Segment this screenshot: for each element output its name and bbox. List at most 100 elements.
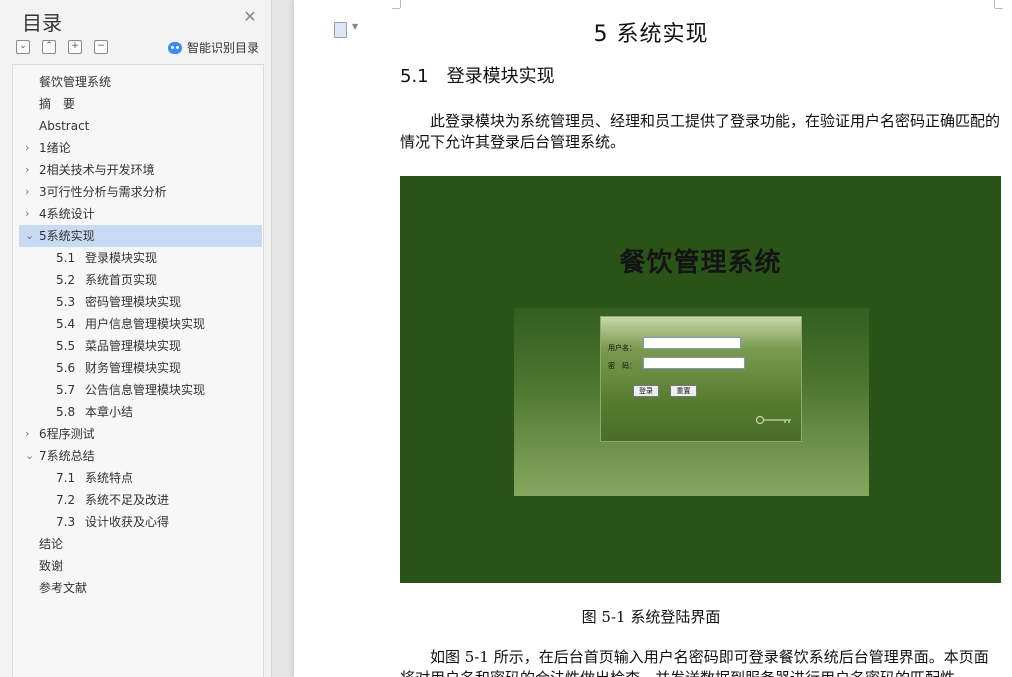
toc-item-label: 财务管理模块实现 (85, 361, 182, 375)
toc-item[interactable]: ⌄ 7系统总结 (13, 445, 263, 467)
toc-item[interactable]: 5.7 公告信息管理模块实现 (13, 379, 263, 401)
toc-item-number: 5.8 (56, 405, 76, 419)
toc-item-label: 密码管理模块实现 (85, 295, 182, 309)
password-label: 密 码： (608, 362, 636, 370)
toc-item[interactable]: 5.5 菜品管理模块实现 (13, 335, 263, 357)
remove-icon[interactable]: − (94, 40, 108, 54)
toc-item-label: 5系统实现 (39, 229, 95, 243)
toc-item-label: 系统特点 (85, 471, 134, 485)
toc-item[interactable]: 致谢 (13, 555, 263, 577)
toc-item-label: 本章小结 (85, 405, 134, 419)
collapse-all-icon[interactable]: ⌄ (16, 40, 30, 54)
toc-item-label: 用户信息管理模块实现 (85, 317, 206, 331)
chapter-title: 5 系统实现 (593, 22, 709, 47)
chevron-down-icon[interactable]: ⌄ (25, 445, 35, 467)
toc-item[interactable]: 餐饮管理系统 (13, 71, 263, 93)
expand-up-icon[interactable]: ⌃ (42, 40, 56, 54)
toc-panel: 餐饮管理系统摘 要 Abstract › 1绪论 › 2相关技术与开发环境 › 3可行性分析与… (12, 64, 264, 677)
section-title: 5.1 登录模块实现 (400, 66, 555, 87)
toc-item[interactable]: 5.6 财务管理模块实现 (13, 357, 263, 379)
toc-item[interactable]: › 1绪论 (13, 137, 263, 159)
toc-item-number: 7.2 (56, 493, 76, 507)
toc-item-label: 系统不足及改进 (85, 493, 170, 507)
panel-gutter (272, 0, 294, 677)
login-panel: 用户名： 密 码： 登录 重置 (600, 316, 802, 442)
toc-item[interactable]: ⌄ 5系统实现 (19, 225, 262, 247)
robot-icon (168, 41, 182, 54)
paragraph: 如图 5-1 所示，在后台首页输入用户名密码即可登录餐饮系统后台管理界面。本页面… (400, 648, 989, 677)
toc-item[interactable]: 7.2 系统不足及改进 (13, 489, 263, 511)
toc-item-label: 设计收获及心得 (85, 515, 170, 529)
chevron-right-icon[interactable]: › (25, 423, 35, 445)
toc-item-label: 1绪论 (39, 141, 71, 155)
toc-item-number: 5.3 (56, 295, 76, 309)
toc-item[interactable]: 7.3 设计收获及心得 (13, 511, 263, 533)
toc-item-label: 6程序测试 (39, 427, 95, 441)
toc-item[interactable]: 5.2 系统首页实现 (13, 269, 263, 291)
toc-item-label: 菜品管理模块实现 (85, 339, 182, 353)
toc-item-label: 登录模块实现 (85, 251, 158, 265)
toc-item[interactable]: 结论 (13, 533, 263, 555)
chevron-right-icon[interactable]: › (25, 137, 35, 159)
toc-item-label: 3可行性分析与需求分析 (39, 185, 167, 199)
toc-item-number: 7.3 (56, 515, 76, 529)
toc-item[interactable]: › 2相关技术与开发环境 (13, 159, 263, 181)
figure-caption: 图 5-1 系统登陆界面 (581, 608, 721, 626)
toc-item-number: 5.6 (56, 361, 76, 375)
toc-item[interactable]: 摘 要 (13, 93, 263, 115)
toc-item-label: 4系统设计 (39, 207, 95, 221)
toc-item-number: 7.1 (56, 471, 76, 485)
page-corner-mark (400, 0, 401, 8)
chevron-down-icon[interactable]: ⌄ (25, 225, 35, 247)
toc-item-label: 2相关技术与开发环境 (39, 163, 155, 177)
toc-item[interactable]: 5.4 用户信息管理模块实现 (13, 313, 263, 335)
username-field (643, 337, 741, 349)
toc-item[interactable]: Abstract (13, 115, 263, 137)
smart-toc-label: 智能识别目录 (187, 41, 260, 55)
page-corner-mark (995, 8, 1003, 9)
toc-item[interactable]: › 3可行性分析与需求分析 (13, 181, 263, 203)
toc-item[interactable]: 参考文献 (13, 577, 263, 599)
smart-toc-button[interactable]: 智能识别目录 (168, 39, 259, 56)
toc-item-number: 5.4 (56, 317, 76, 331)
toc-item-number: 5.1 (56, 251, 76, 265)
toc-item-label: 系统首页实现 (85, 273, 158, 287)
toc-item[interactable]: 5.3 密码管理模块实现 (13, 291, 263, 313)
toc-item[interactable]: 7.1 系统特点 (13, 467, 263, 489)
reset-button: 重置 (670, 385, 697, 397)
toc-item-label: 摘 要 (39, 97, 76, 111)
chevron-right-icon[interactable]: › (25, 203, 35, 225)
toc-item-number: 5.2 (56, 273, 76, 287)
username-label: 用户名： (608, 344, 636, 352)
toc-item-number: 5.5 (56, 339, 76, 353)
toc-item-label: 结论 (39, 537, 64, 551)
close-icon[interactable]: ✕ (241, 8, 259, 26)
page-corner-mark (994, 0, 995, 8)
figure-login-screenshot: 餐饮管理系统 用户名： 密 码： 登录 重置 (400, 176, 1001, 583)
toc-list: 餐饮管理系统摘 要 Abstract › 1绪论 › 2相关技术与开发环境 › 3可行性分析与… (13, 71, 263, 599)
toc-toolbar: ⌄ ⌃ + − (16, 40, 108, 54)
toc-sidebar: 目录 ✕ ⌄ ⌃ + − 智能识别目录 餐饮管理系统摘 要 Abstract › 1绪… (0, 0, 272, 677)
toc-item-label: 致谢 (39, 559, 64, 573)
toc-item-label: 餐饮管理系统 (39, 75, 112, 89)
paragraph: 此登录模块为系统管理员、经理和员工提供了登录功能，在验证用户名密码正确匹配的情况… (400, 112, 1001, 151)
toc-item-label: Abstract (39, 119, 90, 133)
chevron-right-icon[interactable]: › (25, 159, 35, 181)
toc-item[interactable]: 5.8 本章小结 (13, 401, 263, 423)
chevron-right-icon[interactable]: › (25, 181, 35, 203)
toc-item-label: 参考文献 (39, 581, 88, 595)
figure-app-title: 餐饮管理系统 (619, 248, 782, 278)
toc-item[interactable]: › 4系统设计 (13, 203, 263, 225)
toc-item-number: 5.7 (56, 383, 76, 397)
login-button: 登录 (633, 385, 659, 397)
toc-title: 目录 (22, 11, 62, 35)
toc-item[interactable]: › 6程序测试 (13, 423, 263, 445)
toc-item[interactable]: 5.1 登录模块实现 (13, 247, 263, 269)
document-page: ▼ 5 系统实现 5.1 登录模块实现 此登录模块为系统管理员、经理和员工提供了… (294, 0, 1012, 677)
password-field (643, 357, 745, 369)
toc-item-label: 7系统总结 (39, 449, 95, 463)
toc-item-label: 公告信息管理模块实现 (85, 383, 206, 397)
add-icon[interactable]: + (68, 40, 82, 54)
page-corner-mark (392, 8, 400, 9)
key-icon (755, 415, 791, 425)
